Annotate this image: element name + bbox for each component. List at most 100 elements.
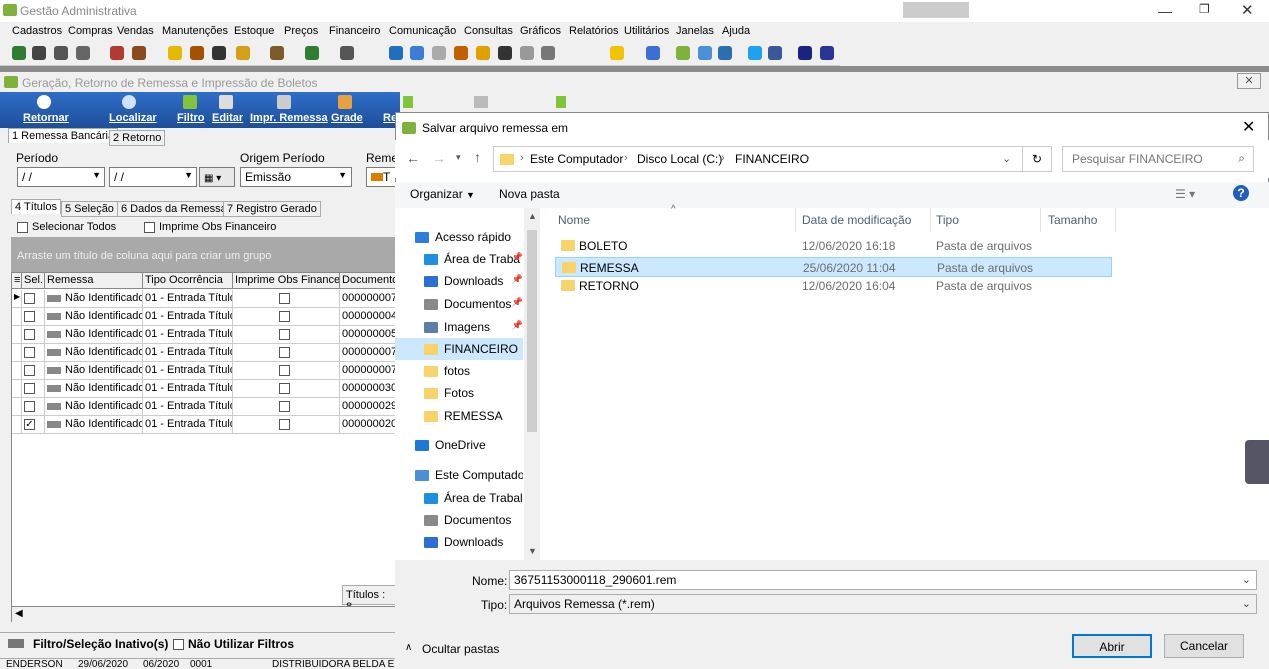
nav-item-documentos[interactable]: Documentos <box>424 509 523 531</box>
breadcrumb-financeiro[interactable]: FINANCEIRO <box>735 152 809 166</box>
filetype-select[interactable]: Arquivos Remessa (*.rem) ⌄ <box>509 594 1257 614</box>
nav-item-acesso-r-pido[interactable]: Acesso rápido <box>415 226 523 248</box>
scroll-left-icon[interactable]: ◀ <box>15 608 23 619</box>
row-select-checkbox[interactable] <box>22 290 45 308</box>
checkbox-box[interactable] <box>278 364 290 376</box>
col-nome[interactable]: Nome <box>558 213 590 227</box>
forward-arrow-icon[interactable]: → <box>432 150 446 166</box>
col-header-documento[interactable]: Documento <box>340 273 397 289</box>
editar-button[interactable]: Editar <box>212 112 243 124</box>
nav-item-este-computador[interactable]: Este Computador <box>415 464 523 486</box>
tab-dados-remessa[interactable]: 6 Dados da Remessa <box>117 201 231 217</box>
nav-item-remessa[interactable]: REMESSA <box>424 405 523 427</box>
table-row[interactable]: Não Identificado 01 - Entrada Título 00000… <box>12 362 397 380</box>
table-row[interactable]: ▶ Não Identificado 01 - Entrada Título 0000… <box>12 290 397 308</box>
menu-estoque[interactable]: Estoque <box>234 25 274 37</box>
column-divider[interactable] <box>1040 208 1041 232</box>
tool-icon[interactable] <box>54 46 68 60</box>
cell-imprime-checkbox[interactable] <box>233 416 340 434</box>
checkbox-box[interactable] <box>278 400 290 412</box>
refresh-button[interactable]: ↻ <box>1022 146 1052 172</box>
row-select-checkbox[interactable] <box>22 308 45 326</box>
checkbox-box[interactable] <box>278 310 290 322</box>
chevron-down-icon[interactable]: ⌄ <box>1242 597 1251 610</box>
nav-item-fotos[interactable]: Fotos <box>424 382 523 404</box>
address-bar[interactable]: › Este Computador › Disco Local (C:) › F… <box>493 146 1023 172</box>
tool-icon[interactable] <box>556 96 566 108</box>
printer-icon[interactable] <box>474 96 488 108</box>
tool-icon[interactable] <box>820 46 834 60</box>
checkbox-box[interactable]: ✓ <box>24 418 35 430</box>
tool-icon[interactable] <box>520 46 534 60</box>
close-app-button[interactable]: ✕ <box>1241 1 1254 19</box>
impr-remessa-button[interactable]: Impr. Remessa <box>250 112 328 124</box>
nav-item-imagens[interactable]: Imagens 📌 <box>424 316 523 338</box>
col-header-sel[interactable]: Sel. <box>22 273 45 289</box>
table-row[interactable]: Não Identificado 01 - Entrada Título 00000… <box>12 398 397 416</box>
checkbox-box[interactable] <box>24 328 35 340</box>
col-header-remessa[interactable]: Remessa <box>45 273 143 289</box>
tool-icon[interactable] <box>476 46 490 60</box>
checkbox-box[interactable] <box>24 382 35 394</box>
checkbox-box[interactable] <box>278 382 290 394</box>
scroll-thumb[interactable] <box>527 230 537 432</box>
tool-icon[interactable] <box>676 46 690 60</box>
tool-icon[interactable] <box>32 46 46 60</box>
col-tamanho[interactable]: Tamanho <box>1048 213 1097 227</box>
tool-icon[interactable] <box>168 46 182 60</box>
tool-icon[interactable] <box>718 46 732 60</box>
title-tools-icon[interactable] <box>903 2 969 18</box>
pin-icon[interactable]: 📌 <box>512 252 523 263</box>
checkbox-box[interactable] <box>278 418 290 430</box>
checkbox-box[interactable] <box>24 346 35 358</box>
menu-financeiro[interactable]: Financeiro <box>329 25 380 37</box>
dialog-close-button[interactable]: ✕ <box>1242 117 1255 137</box>
tool-icon[interactable] <box>305 46 319 60</box>
chevron-up-icon[interactable]: ∧ <box>405 642 412 653</box>
checkbox-box[interactable] <box>24 310 35 322</box>
checkbox-box[interactable] <box>24 292 35 304</box>
tab-remessa-bancaria[interactable]: 1 Remessa Bancária <box>8 128 119 143</box>
filename-input[interactable]: 36751153000118_290601.rem ⌄ <box>509 570 1257 590</box>
column-divider[interactable] <box>795 208 796 232</box>
checkbox-box[interactable] <box>17 221 28 233</box>
cell-imprime-checkbox[interactable] <box>233 344 340 362</box>
facebook-icon[interactable] <box>768 46 782 60</box>
cell-imprime-checkbox[interactable] <box>233 398 340 416</box>
menu-cadastros[interactable]: Cadastros <box>12 25 62 37</box>
imprime-obs-checkbox[interactable]: Imprime Obs Financeiro <box>144 221 276 233</box>
col-data[interactable]: Data de modificação <box>802 213 911 227</box>
tool-icon[interactable] <box>541 46 555 60</box>
nav-item-financeiro[interactable]: FINANCEIRO <box>395 338 523 360</box>
checkbox-box[interactable] <box>144 221 155 233</box>
checkbox-box[interactable] <box>173 639 184 651</box>
cell-imprime-checkbox[interactable] <box>233 380 340 398</box>
column-divider[interactable] <box>930 208 931 232</box>
menu-precos[interactable]: Preços <box>284 25 318 37</box>
date-start-field[interactable]: / / ▼ <box>17 167 105 187</box>
view-options-icon[interactable]: ☰ ▾ <box>1175 187 1195 201</box>
filtro-button[interactable]: Filtro <box>177 112 205 124</box>
ocultar-pastas-button[interactable]: Ocultar pastas <box>422 642 499 656</box>
menu-compras[interactable]: Compras <box>68 25 113 37</box>
grid-corner-icon[interactable]: ≡ <box>12 273 22 289</box>
tool-icon[interactable] <box>498 46 512 60</box>
help-icon[interactable]: ? <box>1233 185 1249 201</box>
chevron-down-icon[interactable]: ▼ <box>338 170 347 180</box>
nav-item--rea-de-trabalho[interactable]: Área de Trabalho <box>424 487 523 509</box>
nav-item-downloads[interactable]: Downloads 📌 <box>424 270 523 292</box>
menu-comunicacao[interactable]: Comunicação <box>389 25 456 37</box>
tool-icon[interactable] <box>270 46 284 60</box>
nav-item-downloads[interactable]: Downloads <box>424 531 523 553</box>
menu-relatorios[interactable]: Relatórios <box>569 25 619 37</box>
cell-imprime-checkbox[interactable] <box>233 290 340 308</box>
origem-select[interactable]: Emissão ▼ <box>240 167 352 187</box>
up-arrow-icon[interactable]: ↑ <box>474 149 481 165</box>
tool-icon[interactable] <box>236 46 250 60</box>
file-row[interactable]: RETORNO 12/06/2020 16:04 Pasta de arquivos <box>555 276 1112 296</box>
twitter-icon[interactable] <box>748 46 762 60</box>
tab-retorno[interactable]: 2 Retorno <box>109 130 166 146</box>
scroll-up-icon[interactable]: ▲ <box>528 211 537 221</box>
nav-item-documentos[interactable]: Documentos 📌 <box>424 293 523 315</box>
abrir-button[interactable]: Abrir <box>1072 634 1152 658</box>
